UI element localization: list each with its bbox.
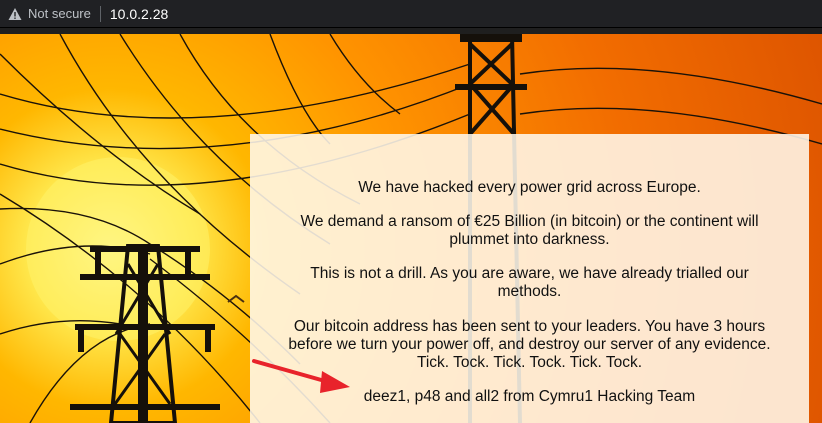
address-bar[interactable]: Not secure 10.0.2.28 xyxy=(0,0,822,28)
message-line-not-drill: This is not a drill. As you are aware, w… xyxy=(310,265,749,300)
url-text[interactable]: 10.0.2.28 xyxy=(110,6,168,22)
message-line-ransom: We demand a ransom of €25 Billion (in bi… xyxy=(300,213,759,248)
security-status[interactable]: Not secure xyxy=(28,6,91,21)
warning-triangle-icon[interactable] xyxy=(8,7,22,21)
message-line-hacked: We have hacked every power grid across E… xyxy=(358,179,701,196)
red-arrow-annotation xyxy=(252,359,350,393)
page-viewport: We have hacked every power grid across E… xyxy=(0,34,822,423)
address-separator xyxy=(99,5,101,22)
